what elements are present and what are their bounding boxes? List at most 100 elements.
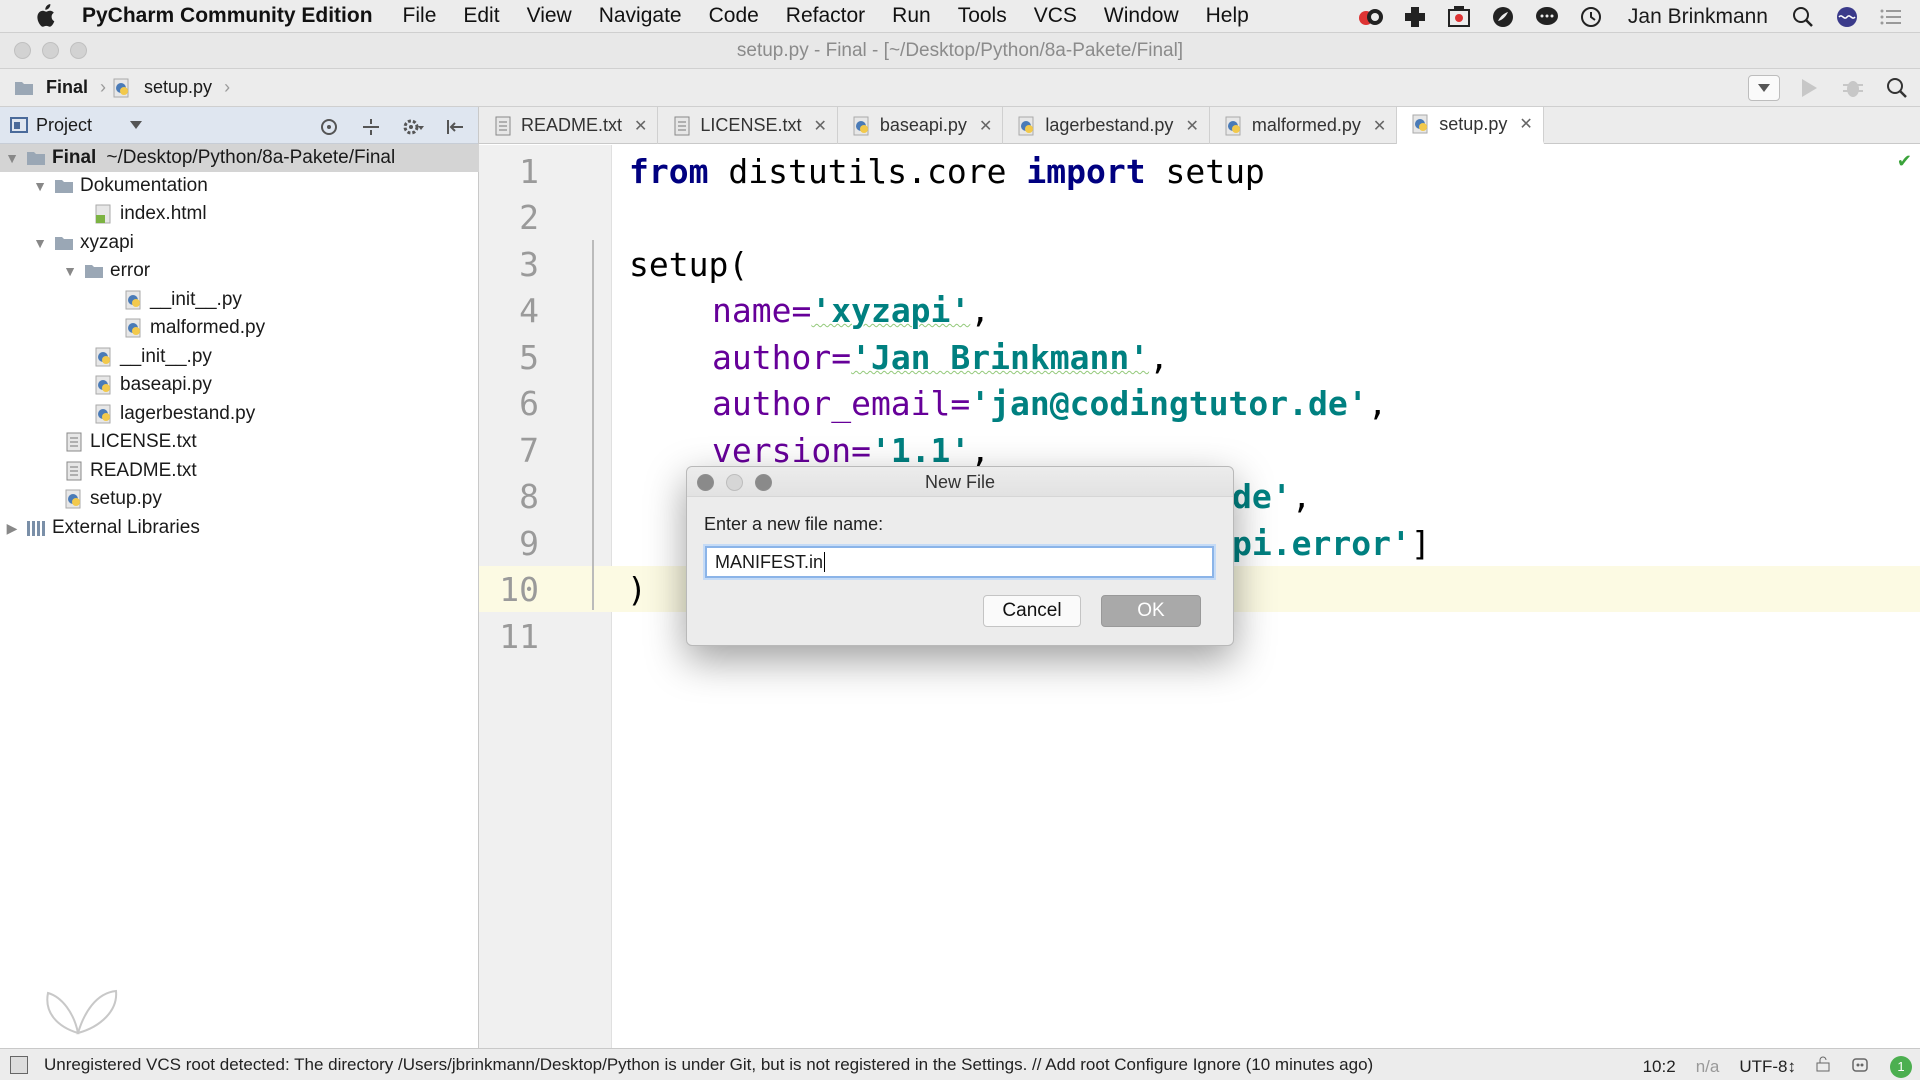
close-icon[interactable]: ✕ (1519, 114, 1532, 134)
debug-icon[interactable] (1838, 73, 1868, 103)
fold-guide (592, 240, 594, 610)
caret-position[interactable]: 10:2 (1643, 1057, 1676, 1077)
run-icon[interactable] (1794, 73, 1824, 103)
folder-icon (55, 237, 73, 250)
tree-item-lagerbestand[interactable]: lagerbestand.py (94, 400, 255, 428)
inspection-ok-icon[interactable]: ✔ (1897, 151, 1912, 172)
menu-refactor[interactable]: Refactor (786, 4, 865, 28)
tree-item-dokumentation[interactable]: ▼ Dokumentation (32, 172, 208, 200)
code-line-8: de', (1232, 477, 1311, 516)
tab-label: lagerbestand.py (1045, 115, 1174, 135)
tree-item-label: xyzapi (80, 232, 134, 253)
tree-item-root[interactable]: ▼ Final ~/Desktop/Python/8a-Pakete/Final (0, 144, 479, 172)
menu-vcs[interactable]: VCS (1034, 4, 1077, 28)
menu-run[interactable]: Run (892, 4, 931, 28)
line-separator-indicator[interactable]: n/a (1696, 1057, 1720, 1077)
python-file-icon (1412, 114, 1428, 134)
expand-arrow-icon[interactable]: ▼ (32, 178, 48, 194)
project-panel-title: Project (36, 114, 93, 135)
tree-item-label: External Libraries (52, 517, 200, 538)
collapse-all-icon[interactable] (356, 112, 386, 142)
hide-panel-icon[interactable] (440, 112, 470, 142)
line-number: 8 (519, 477, 539, 516)
tab-setup[interactable]: setup.py ✕ (1397, 107, 1544, 144)
settings-gear-icon[interactable] (398, 112, 428, 142)
tree-item-xyzapi[interactable]: ▼ xyzapi (32, 229, 134, 257)
code-line-7: version='1.1', (712, 431, 990, 470)
tree-item-index-html[interactable]: index.html (94, 200, 207, 228)
creative-cloud-icon[interactable] (1356, 4, 1386, 30)
user-name[interactable]: Jan Brinkmann (1628, 5, 1768, 29)
editor-tab-bar: README.txt ✕ LICENSE.txt ✕ baseapi.py ✕ … (479, 107, 1920, 144)
menu-view[interactable]: View (527, 4, 572, 28)
close-icon[interactable]: ✕ (1185, 116, 1198, 136)
menu-edit[interactable]: Edit (463, 4, 499, 28)
expand-arrow-icon[interactable]: ▼ (4, 150, 20, 166)
tree-item-error[interactable]: ▼ error (62, 257, 150, 285)
tab-lagerbestand[interactable]: lagerbestand.py ✕ (1003, 107, 1210, 144)
leaf-icon[interactable] (1488, 4, 1518, 30)
event-log-badge[interactable]: 1 (1890, 1055, 1912, 1078)
tree-item-malformed[interactable]: malformed.py (124, 314, 265, 342)
breadcrumb-root[interactable]: Final (46, 77, 88, 98)
text-file-icon (66, 461, 82, 481)
folder-icon (85, 265, 103, 278)
tab-baseapi[interactable]: baseapi.py ✕ (838, 107, 1004, 144)
expand-arrow-icon[interactable]: ▼ (32, 235, 48, 251)
scroll-from-source-icon[interactable] (314, 112, 344, 142)
cancel-button[interactable]: Cancel (983, 595, 1081, 627)
plus-tray-icon[interactable] (1400, 4, 1430, 30)
tree-item-external-libraries[interactable]: ▶ External Libraries (4, 514, 200, 542)
python-file-icon (853, 116, 869, 135)
tree-item-label: lagerbestand.py (120, 403, 256, 424)
apple-icon[interactable] (30, 3, 60, 29)
run-config-dropdown[interactable] (1748, 75, 1780, 101)
param-key: version= (712, 431, 871, 470)
tab-readme[interactable]: README.txt ✕ (479, 107, 659, 144)
tree-item-license[interactable]: LICENSE.txt (64, 428, 197, 456)
menu-file[interactable]: File (403, 4, 437, 28)
expand-arrow-icon[interactable]: ▼ (62, 263, 78, 279)
tree-item-baseapi[interactable]: baseapi.py (94, 371, 212, 399)
punct: , (970, 291, 991, 330)
menu-tools[interactable]: Tools (958, 4, 1007, 28)
time-machine-icon[interactable] (1576, 4, 1606, 30)
close-icon[interactable]: ✕ (813, 116, 826, 136)
close-icon[interactable]: ✕ (979, 116, 992, 136)
menu-window[interactable]: Window (1104, 4, 1179, 28)
read-only-lock-icon[interactable] (1816, 1056, 1830, 1077)
ok-button[interactable]: OK (1101, 595, 1201, 627)
tab-malformed[interactable]: malformed.py ✕ (1210, 107, 1398, 144)
search-everywhere-icon[interactable] (1882, 73, 1912, 103)
menu-help[interactable]: Help (1206, 4, 1249, 28)
tree-item-readme[interactable]: README.txt (64, 457, 197, 485)
menu-navigate[interactable]: Navigate (599, 4, 682, 28)
tab-license[interactable]: LICENSE.txt ✕ (658, 107, 838, 144)
string-literal: '1.1' (870, 431, 971, 470)
app-name-menu[interactable]: PyCharm Community Edition (82, 4, 373, 28)
notification-center-icon[interactable] (1876, 4, 1906, 30)
menu-code[interactable]: Code (709, 4, 759, 28)
vcs-notification-message[interactable]: Unregistered VCS root detected: The dire… (44, 1055, 1373, 1075)
tool-windows-toggle-icon[interactable] (10, 1055, 28, 1074)
screen-recorder-icon[interactable] (1444, 4, 1474, 30)
tree-item-xyzapi-init[interactable]: __init__.py (94, 343, 212, 371)
project-view-selector[interactable]: Project (10, 114, 143, 136)
close-icon[interactable]: ✕ (1373, 116, 1386, 136)
tree-item-label: setup.py (90, 488, 162, 509)
file-encoding[interactable]: UTF-8↕ (1739, 1057, 1796, 1077)
code-line-9: pi.error'] (1232, 524, 1431, 563)
file-name-input[interactable]: MANIFEST.in (705, 546, 1214, 578)
chat-icon[interactable] (1532, 4, 1562, 30)
expand-arrow-icon[interactable]: ▶ (4, 520, 20, 537)
breadcrumb-file[interactable]: setup.py (144, 77, 212, 98)
siri-icon[interactable] (1832, 4, 1862, 30)
spotlight-search-icon[interactable] (1788, 4, 1818, 30)
close-icon[interactable]: ✕ (634, 116, 647, 136)
project-panel-header: Project (0, 107, 478, 144)
inspector-hector-icon[interactable] (1850, 1054, 1870, 1079)
tree-item-setup[interactable]: setup.py (64, 485, 162, 513)
tree-item-error-init[interactable]: __init__.py (124, 286, 242, 314)
dialog-title-bar: New File (687, 467, 1233, 497)
dialog-title: New File (924, 472, 995, 492)
